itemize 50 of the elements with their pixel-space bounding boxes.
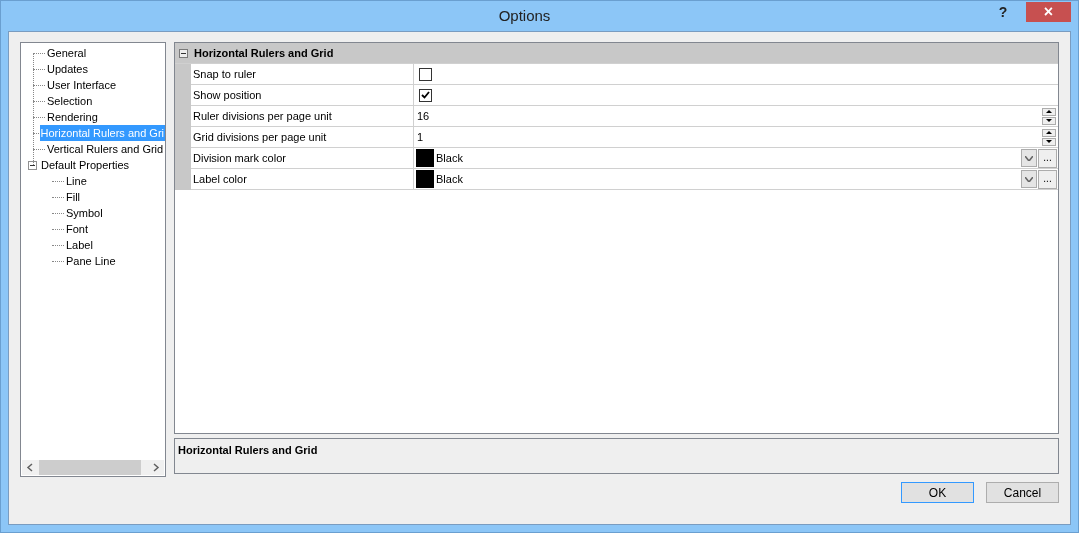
description-text: Horizontal Rulers and Grid: [178, 444, 318, 456]
up-arrow-icon: [1046, 131, 1052, 134]
tree-item[interactable]: General: [46, 45, 88, 61]
spin-down-button[interactable]: [1042, 137, 1056, 146]
window-title: Options: [497, 5, 552, 26]
dropdown-button[interactable]: [1021, 149, 1037, 167]
number-field[interactable]: 16: [414, 107, 1042, 125]
property-label: Ruler divisions per page unit: [191, 106, 414, 126]
color-value: Black: [435, 171, 464, 187]
tree-item[interactable]: Line: [65, 173, 88, 189]
tree-item[interactable]: Font: [65, 221, 89, 237]
help-button[interactable]: ?: [988, 2, 1018, 22]
tree-item[interactable]: Default Properties: [40, 157, 131, 173]
tree-item[interactable]: Selection: [46, 93, 94, 109]
spin-down-button[interactable]: [1042, 116, 1056, 125]
dropdown-button[interactable]: [1021, 170, 1037, 188]
ellipsis-button[interactable]: ...: [1038, 148, 1057, 168]
category-header[interactable]: Horizontal Rulers and Grid: [194, 44, 334, 62]
chevron-down-icon: [1025, 176, 1033, 182]
tree-item[interactable]: User Interface: [46, 77, 118, 93]
tree-item[interactable]: Label: [65, 237, 94, 253]
checkbox[interactable]: [419, 67, 432, 81]
color-value: Black: [435, 150, 464, 166]
tree-item[interactable]: Vertical Rulers and Grid: [46, 141, 165, 157]
down-arrow-icon: [1046, 140, 1052, 143]
property-label: Show position: [191, 85, 414, 105]
cancel-button[interactable]: Cancel: [986, 482, 1059, 503]
tree-item[interactable]: Fill: [65, 189, 82, 205]
number-field[interactable]: 1: [414, 128, 1042, 146]
chevron-down-icon: [1025, 155, 1033, 161]
collapse-icon[interactable]: [179, 48, 188, 58]
property-label: Snap to ruler: [191, 64, 414, 84]
checkmark-icon: [421, 91, 430, 99]
tree-item[interactable]: Pane Line: [65, 253, 117, 269]
horizontal-scrollbar[interactable]: [22, 460, 164, 475]
spin-up-button[interactable]: [1042, 128, 1056, 137]
down-arrow-icon: [1046, 119, 1052, 122]
property-label: Division mark color: [191, 148, 414, 168]
tree-item[interactable]: Rendering: [46, 109, 99, 125]
collapse-icon[interactable]: [28, 160, 37, 170]
tree-item[interactable]: Updates: [46, 61, 89, 77]
ok-button[interactable]: OK: [901, 482, 974, 503]
ellipsis-button[interactable]: ...: [1038, 169, 1057, 189]
spin-up-button[interactable]: [1042, 107, 1056, 116]
checkbox[interactable]: [419, 88, 432, 102]
property-label: Label color: [191, 169, 414, 189]
up-arrow-icon: [1046, 110, 1052, 113]
close-button[interactable]: ×: [1026, 2, 1071, 22]
tree-item[interactable]: Symbol: [65, 205, 104, 221]
property-label: Grid divisions per page unit: [191, 127, 414, 147]
